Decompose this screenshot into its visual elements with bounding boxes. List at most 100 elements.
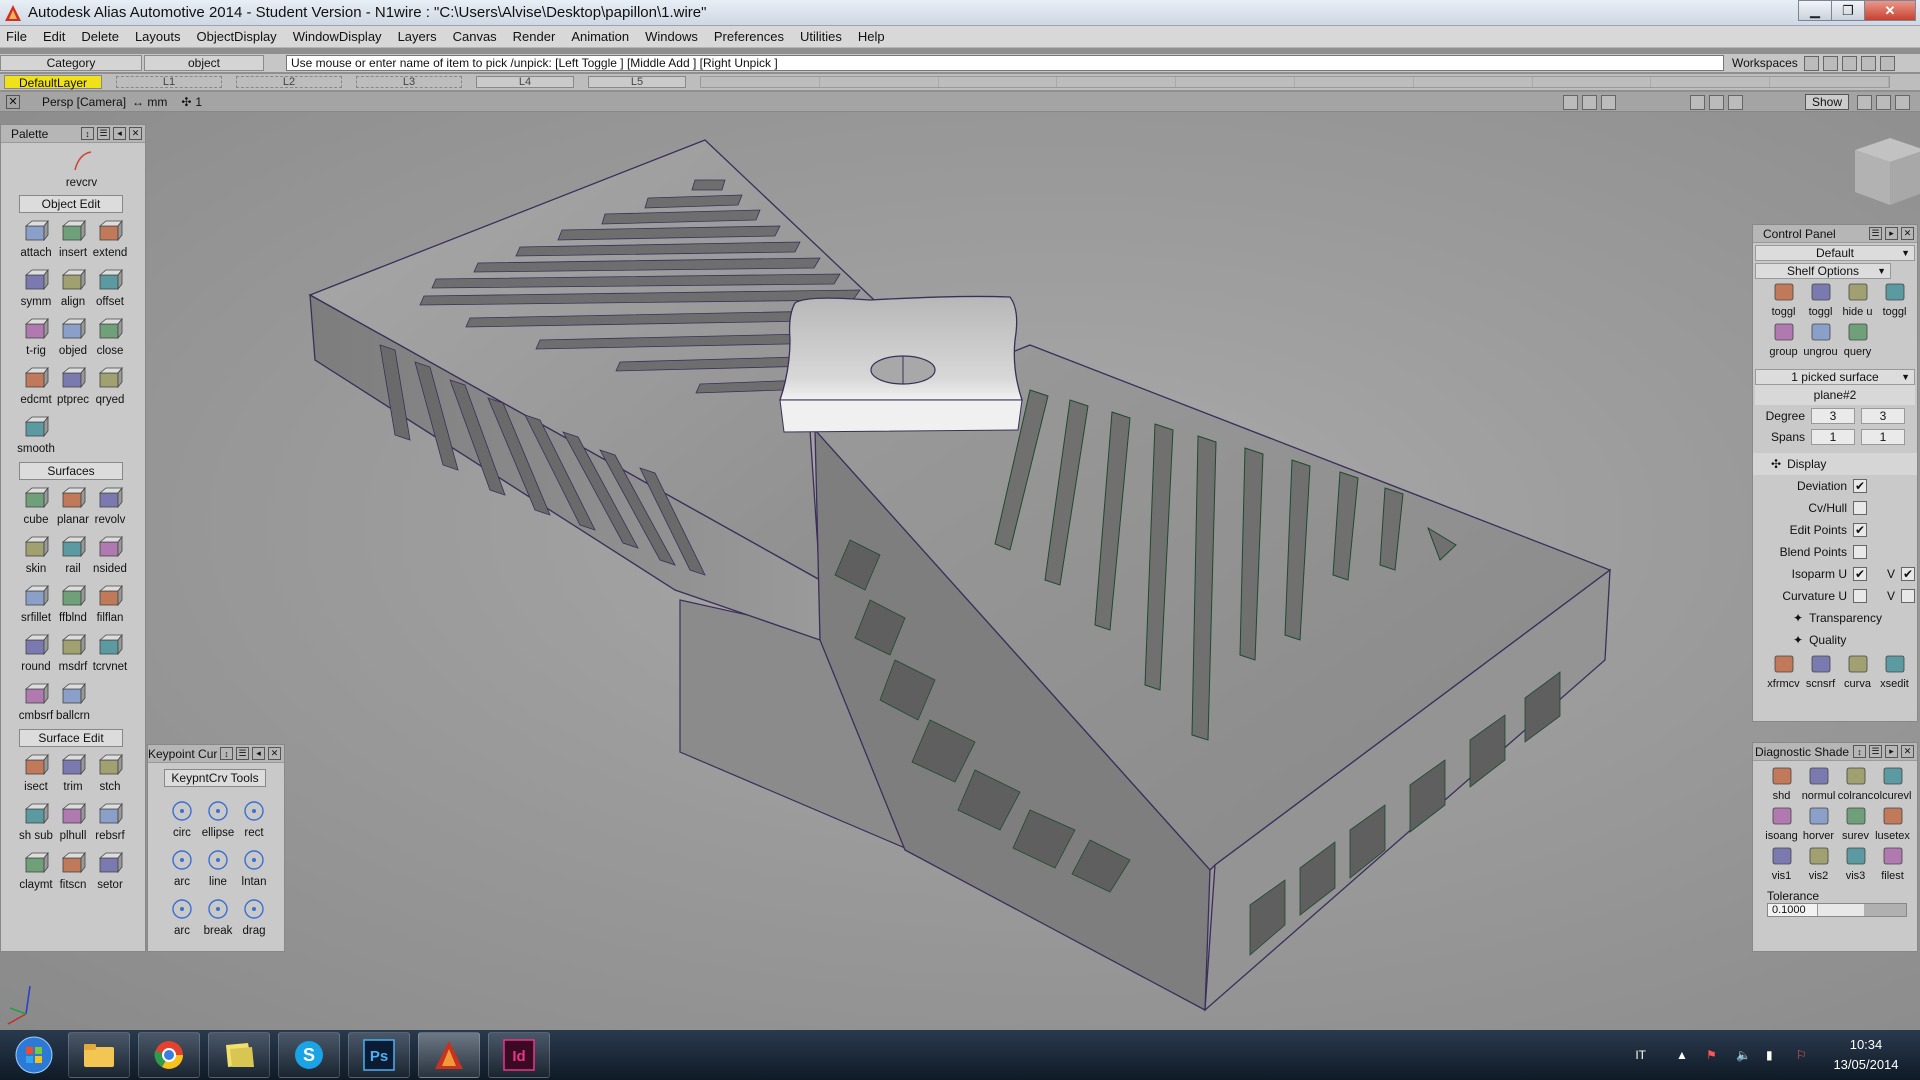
tool-filflan[interactable]: filflan [92, 578, 128, 627]
blend-points-checkbox[interactable] [1853, 545, 1867, 559]
tool-olcurevl[interactable]: olcurevl [1874, 765, 1911, 805]
edit-points-checkbox[interactable]: ✔ [1853, 523, 1867, 537]
keypoint-tools-tab[interactable]: KeypntCrv Tools [164, 769, 266, 787]
spans-v-field[interactable]: 1 [1861, 429, 1905, 445]
network-signal-icon[interactable]: ▮ [1766, 1048, 1780, 1062]
keypoint-menu-icon[interactable]: ☰ [236, 747, 249, 760]
view-layout-icon[interactable] [1857, 94, 1872, 110]
camera-zoom-icon[interactable] [1600, 94, 1616, 110]
deviation-checkbox[interactable]: ✔ [1853, 479, 1867, 493]
degree-u-field[interactable]: 3 [1811, 408, 1855, 424]
tool-vis2[interactable]: vis2 [1800, 845, 1837, 885]
tool-symm[interactable]: symm [18, 262, 54, 311]
tool-hide-u[interactable]: hide u [1839, 281, 1876, 321]
taskbar-chrome[interactable] [138, 1032, 200, 1078]
tool-drag[interactable]: drag [236, 891, 272, 940]
view-center-icon[interactable] [1727, 94, 1743, 110]
tool-round[interactable]: round [18, 627, 54, 676]
tool-vis1[interactable]: vis1 [1763, 845, 1800, 885]
camera-tumble-icon[interactable] [1562, 94, 1578, 110]
tool-t-rig[interactable]: t-rig [18, 311, 54, 360]
menu-animation[interactable]: Animation [563, 29, 637, 44]
palette-resize-icon[interactable]: ↕ [81, 127, 94, 140]
tool-toggl[interactable]: toggl [1876, 281, 1913, 321]
keypoint-resize-icon[interactable]: ↕ [220, 747, 233, 760]
pick-mode-selector[interactable]: object [144, 55, 264, 71]
menu-preferences[interactable]: Preferences [706, 29, 792, 44]
tool-surev[interactable]: surev [1837, 805, 1874, 845]
tool-srfillet[interactable]: srfillet [18, 578, 54, 627]
layer-l3[interactable]: L3 [356, 76, 462, 88]
default-layer[interactable]: DefaultLayer [4, 75, 102, 90]
tool-offset[interactable]: offset [92, 262, 128, 311]
viewport-close-icon[interactable]: ✕ [6, 94, 20, 109]
tool-line[interactable]: line [200, 842, 236, 891]
taskbar-folder[interactable] [208, 1032, 270, 1078]
tool-ballcrn[interactable]: ballcrn [55, 676, 91, 725]
tool-claymt[interactable]: claymt [18, 845, 54, 894]
curvature-v-checkbox[interactable] [1901, 589, 1916, 603]
tool-rail[interactable]: rail [55, 529, 91, 578]
tool-normul[interactable]: normul [1800, 765, 1837, 805]
menu-canvas[interactable]: Canvas [445, 29, 505, 44]
section-surface-edit[interactable]: Surface Edit [19, 729, 123, 747]
spans-u-field[interactable]: 1 [1811, 429, 1855, 445]
category-selector[interactable]: Category [0, 55, 142, 71]
tool-filest[interactable]: filest [1874, 845, 1911, 885]
tool-isect[interactable]: isect [18, 747, 54, 796]
taskbar-alias[interactable] [418, 1032, 480, 1078]
diag-close-icon[interactable]: ✕ [1901, 745, 1914, 758]
tool-shd[interactable]: shd [1763, 765, 1800, 805]
tool-setor[interactable]: setor [92, 845, 128, 894]
tool-cube[interactable]: cube [18, 480, 54, 529]
tool-fitscn[interactable]: fitscn [55, 845, 91, 894]
tool-msdrf[interactable]: msdrf [55, 627, 91, 676]
view-maximize-icon[interactable] [1895, 94, 1910, 110]
taskbar-skype[interactable]: S [278, 1032, 340, 1078]
view-shade-icon[interactable] [1708, 94, 1724, 110]
tool-sh-sub[interactable]: sh sub [18, 796, 54, 845]
tool-attach[interactable]: attach [18, 213, 54, 262]
tool-plhull[interactable]: plhull [55, 796, 91, 845]
close-button[interactable]: ✕ [1864, 0, 1916, 21]
network-status-icon[interactable]: ⚐ [1796, 1048, 1810, 1062]
taskbar-photoshop[interactable]: Ps [348, 1032, 410, 1078]
layer-l1[interactable]: L1 [116, 76, 222, 88]
tool-ungrou[interactable]: ungrou [1802, 321, 1839, 361]
tool-group[interactable]: group [1765, 321, 1802, 361]
preset-dropdown[interactable]: Default ▼ [1755, 245, 1915, 261]
cp-close-icon[interactable]: ✕ [1901, 227, 1914, 240]
view-frame-icon[interactable] [1689, 94, 1705, 110]
tool-xsedit[interactable]: xsedit [1876, 653, 1913, 693]
menu-delete[interactable]: Delete [73, 29, 127, 44]
tool-lusetex[interactable]: lusetex [1874, 805, 1911, 845]
diag-menu-icon[interactable]: ☰ [1869, 745, 1882, 758]
palette-collapse-icon[interactable]: ◂ [113, 127, 126, 140]
workspace-move-icon[interactable] [1860, 55, 1876, 71]
palette-menu-icon[interactable]: ☰ [97, 127, 110, 140]
diag-expand-icon[interactable]: ▸ [1885, 745, 1898, 758]
workspace-tools-icon[interactable] [1822, 55, 1838, 71]
tool-skin[interactable]: skin [18, 529, 54, 578]
tool-smooth[interactable]: smooth [17, 409, 55, 458]
tool-ffblnd[interactable]: ffblnd [55, 578, 91, 627]
tool-qryed[interactable]: qryed [92, 360, 128, 409]
view-cube-icon[interactable] [1855, 138, 1920, 205]
tolerance-slider[interactable]: 0.1000 [1767, 903, 1907, 917]
cp-menu-icon[interactable]: ☰ [1869, 227, 1882, 240]
section-object-edit[interactable]: Object Edit [19, 195, 123, 213]
workspaces-label[interactable]: Workspaces [1732, 56, 1798, 70]
palette-close-icon[interactable]: ✕ [129, 127, 142, 140]
menu-file[interactable]: File [0, 29, 35, 44]
tool-curva[interactable]: curva [1839, 653, 1876, 693]
layer-l5[interactable]: L5 [588, 76, 686, 88]
tool-scnsrf[interactable]: scnsrf [1802, 653, 1839, 693]
start-button[interactable] [8, 1031, 60, 1079]
tool-edcmt[interactable]: edcmt [18, 360, 54, 409]
keypoint-close-icon[interactable]: ✕ [268, 747, 281, 760]
menu-windowdisplay[interactable]: WindowDisplay [285, 29, 390, 44]
prompt-message[interactable]: Use mouse or enter name of item to pick … [286, 55, 1724, 71]
tool-ellipse[interactable]: ellipse [200, 793, 236, 842]
quality-section[interactable]: ✦ Quality [1753, 629, 1917, 651]
tool-horver[interactable]: horver [1800, 805, 1837, 845]
